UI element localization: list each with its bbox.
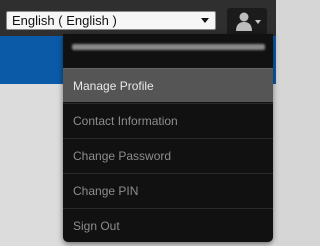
language-select[interactable]: English ( English ) <box>6 11 216 30</box>
language-select-value: English ( English ) <box>12 13 117 28</box>
user-dropdown-menu: Manage Profile Contact Information Chang… <box>63 34 273 242</box>
chevron-down-icon <box>255 20 261 24</box>
menu-item-label: Contact Information <box>73 114 178 128</box>
menu-item-change-password[interactable]: Change Password <box>63 138 273 172</box>
menu-item-label: Manage Profile <box>73 79 154 93</box>
menu-item-label: Change Password <box>73 149 172 163</box>
menu-item-change-pin[interactable]: Change PIN <box>63 173 273 207</box>
user-menu-button[interactable] <box>227 8 267 34</box>
menu-item-label: Change PIN <box>73 184 139 198</box>
user-icon <box>236 12 252 31</box>
chevron-down-icon <box>201 18 209 23</box>
menu-item-contact-information[interactable]: Contact Information <box>63 103 273 137</box>
menu-item-label: Sign Out <box>73 219 120 233</box>
user-name-redacted <box>72 44 265 50</box>
menu-item-sign-out[interactable]: Sign Out <box>63 208 273 242</box>
menu-item-manage-profile[interactable]: Manage Profile <box>63 68 273 102</box>
